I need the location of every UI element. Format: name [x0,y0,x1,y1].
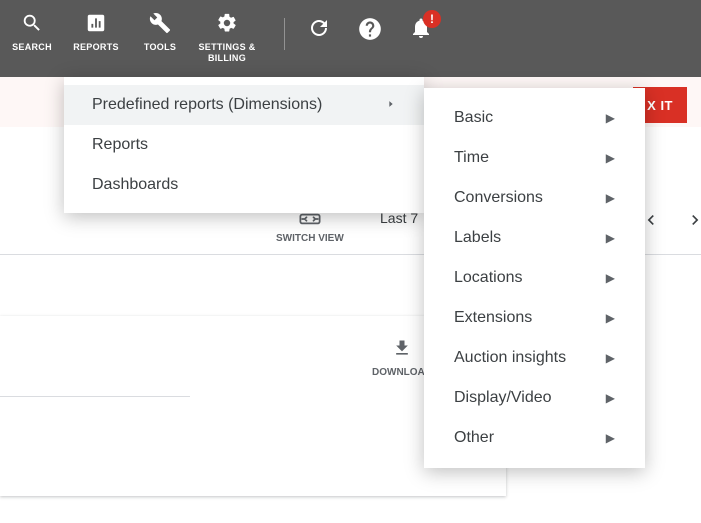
menu-predefined-reports[interactable]: Predefined reports (Dimensions) [64,85,424,125]
download-button[interactable]: DOWNLOAD [372,338,432,378]
toolbar-separator [284,18,285,50]
submenu-item-label: Other [454,429,494,447]
notifications-button[interactable]: ! [409,16,433,40]
submenu-item-label: Auction insights [454,349,566,367]
settings-label: SETTINGS & BILLING [198,42,255,64]
submenu-basic[interactable]: Basic ▶ [424,98,645,138]
submenu-auction-insights[interactable]: Auction insights ▶ [424,338,645,378]
refresh-icon [307,16,331,40]
chevron-right-icon: ▶ [606,151,615,165]
submenu-item-label: Time [454,149,489,167]
chevron-right-icon: ▶ [606,391,615,405]
menu-item-label: Reports [92,136,148,154]
tools-icon [147,10,173,36]
search-icon [19,10,45,36]
menu-dashboards[interactable]: Dashboards [64,165,424,205]
submenu-time[interactable]: Time ▶ [424,138,645,178]
reports-label: REPORTS [73,42,119,53]
alert-badge: ! [423,10,441,28]
submenu-labels[interactable]: Labels ▶ [424,218,645,258]
switch-view-label: SWITCH VIEW [276,233,344,244]
predefined-reports-submenu: Basic ▶ Time ▶ Conversions ▶ Labels ▶ Lo… [424,88,645,468]
tools-button[interactable]: TOOLS [128,10,192,53]
submenu-item-label: Extensions [454,309,532,327]
settings-button[interactable]: SETTINGS & BILLING [192,10,262,64]
menu-item-label: Dashboards [92,176,178,194]
submenu-locations[interactable]: Locations ▶ [424,258,645,298]
chevron-right-icon: ▶ [606,431,615,445]
download-label: DOWNLOAD [372,367,432,378]
switch-view-icon [299,212,321,233]
chevron-right-icon: ▶ [606,271,615,285]
submenu-item-label: Display/Video [454,389,552,407]
help-icon [357,16,383,42]
chevron-right-icon: ▶ [606,111,615,125]
switch-view-button[interactable]: SWITCH VIEW [276,212,344,244]
submenu-display-video[interactable]: Display/Video ▶ [424,378,645,418]
reports-icon [83,10,109,36]
reports-dropdown: Predefined reports (Dimensions) Reports … [64,77,424,213]
submenu-item-label: Conversions [454,189,543,207]
help-button[interactable] [357,16,383,42]
chevron-right-icon: ▶ [606,351,615,365]
top-toolbar: SEARCH REPORTS TOOLS SETTINGS & BILLING … [0,0,701,77]
submenu-other[interactable]: Other ▶ [424,418,645,458]
refresh-button[interactable] [307,16,331,40]
download-icon [392,338,412,367]
gear-icon [214,10,240,36]
chevron-right-icon [685,217,701,234]
search-button[interactable]: SEARCH [0,10,64,53]
chevron-right-icon: ▶ [606,311,615,325]
chevron-right-icon [386,96,396,114]
chevron-right-icon: ▶ [606,231,615,245]
pager-next[interactable] [685,210,701,235]
reports-button[interactable]: REPORTS [64,10,128,53]
tools-label: TOOLS [144,42,176,53]
submenu-item-label: Locations [454,269,523,287]
search-label: SEARCH [12,42,52,53]
menu-reports[interactable]: Reports [64,125,424,165]
menu-item-label: Predefined reports (Dimensions) [92,96,322,114]
chevron-right-icon: ▶ [606,191,615,205]
card-divider [0,396,190,397]
submenu-conversions[interactable]: Conversions ▶ [424,178,645,218]
submenu-item-label: Labels [454,229,501,247]
submenu-extensions[interactable]: Extensions ▶ [424,298,645,338]
submenu-item-label: Basic [454,109,493,127]
